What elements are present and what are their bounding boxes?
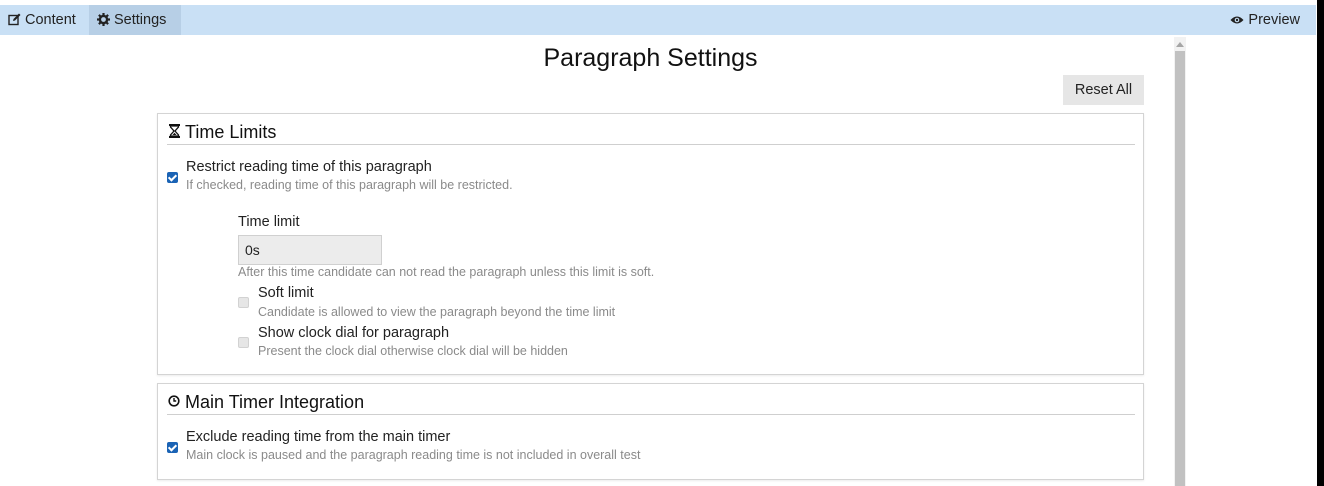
time-limits-header: Time Limits — [167, 120, 1135, 145]
hourglass-icon — [167, 123, 181, 141]
soft-limit-label: Soft limit — [258, 285, 314, 301]
exclude-reading-checkbox[interactable] — [167, 442, 178, 453]
time-limit-help: After this time candidate can not read t… — [238, 265, 655, 279]
time-limits-title: Time Limits — [185, 121, 277, 142]
exclude-reading-label: Exclude reading time from the main timer — [186, 429, 451, 445]
main-timer-title: Main Timer Integration — [185, 391, 365, 412]
tab-content[interactable]: Content — [0, 5, 88, 35]
soft-limit-help: Candidate is allowed to view the paragra… — [258, 305, 616, 319]
restrict-reading-help: If checked, reading time of this paragra… — [186, 178, 513, 192]
reset-all-button[interactable]: Reset All — [1063, 75, 1144, 105]
scrollbar[interactable] — [1174, 37, 1186, 486]
page-title: Paragraph Settings — [543, 44, 758, 72]
soft-limit-checkbox[interactable] — [238, 297, 249, 308]
clock-dial-label: Show clock dial for paragraph — [258, 325, 450, 341]
tab-content-label: Content — [25, 12, 76, 28]
main-timer-header: Main Timer Integration — [167, 390, 1135, 415]
restrict-reading-checkbox[interactable] — [167, 172, 178, 183]
preview-button[interactable]: Preview — [1222, 5, 1308, 35]
gear-icon — [97, 12, 110, 28]
scrollbar-thumb[interactable] — [1175, 51, 1185, 486]
edit-icon — [8, 13, 21, 28]
clock-dial-help: Present the clock dial otherwise clock d… — [258, 344, 568, 358]
main-timer-panel: Main Timer Integration Exclude reading t… — [157, 383, 1144, 480]
time-limit-label: Time limit — [238, 214, 300, 230]
eye-icon — [1230, 14, 1244, 27]
top-toolbar: Content Settings Preview — [0, 5, 1316, 35]
exclude-reading-help: Main clock is paused and the paragraph r… — [186, 448, 641, 462]
window-edge — [1317, 0, 1324, 486]
time-limit-input[interactable] — [238, 235, 382, 265]
time-limits-panel: Time Limits Restrict reading time of thi… — [157, 113, 1144, 375]
tab-settings[interactable]: Settings — [89, 5, 181, 35]
clock-dial-checkbox[interactable] — [238, 337, 249, 348]
preview-label: Preview — [1248, 12, 1300, 28]
clock-icon — [167, 394, 181, 410]
restrict-reading-label: Restrict reading time of this paragraph — [186, 159, 432, 175]
tab-settings-label: Settings — [114, 12, 167, 28]
scroll-up-icon[interactable] — [1174, 39, 1186, 49]
